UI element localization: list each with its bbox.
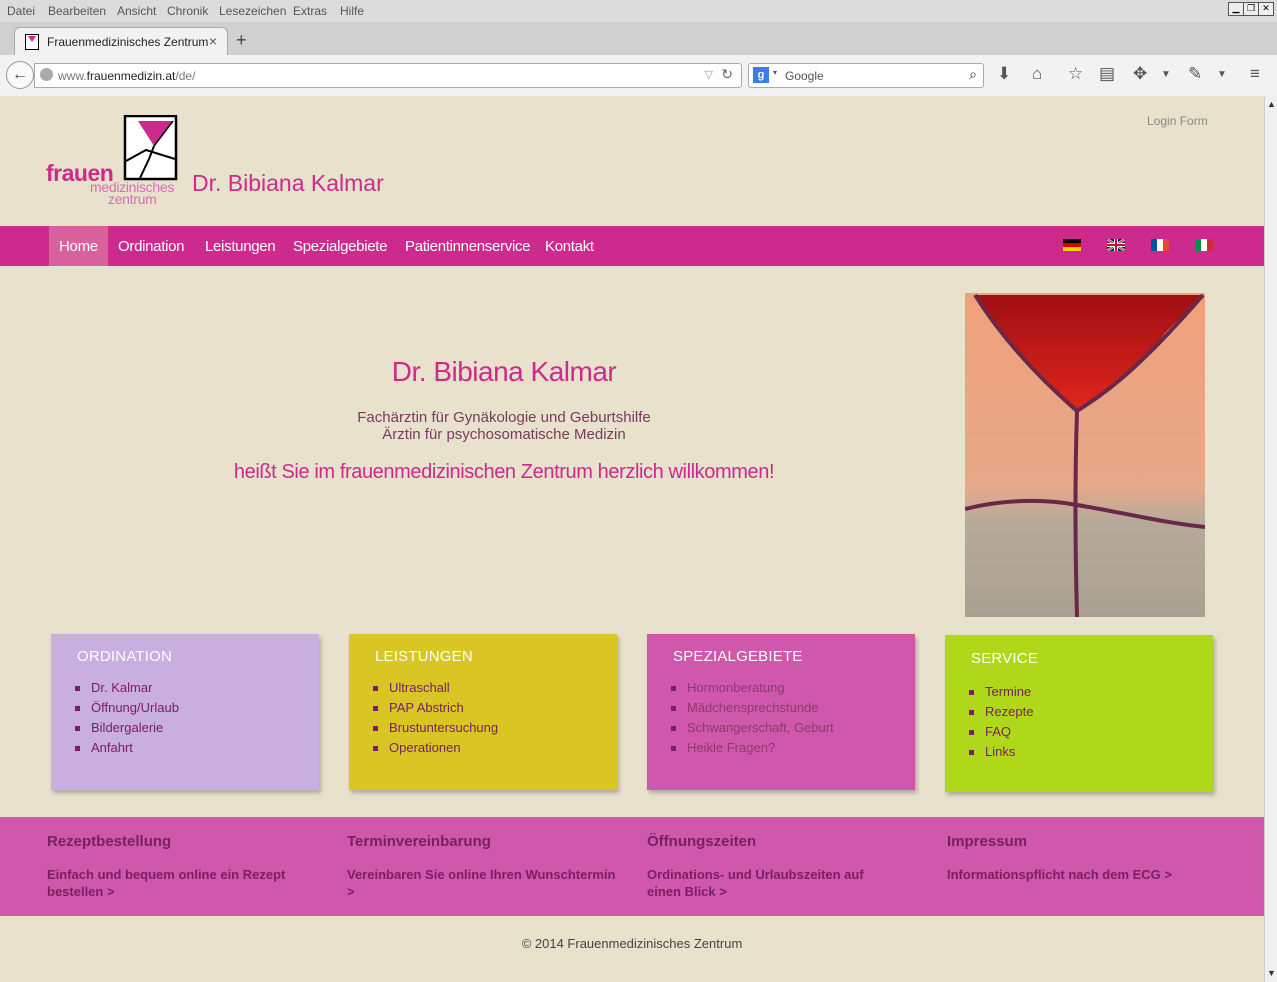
menu-hilfe[interactable]: Hilfe bbox=[340, 4, 364, 18]
nav-spezialgebiete[interactable]: Spezialgebiete bbox=[283, 226, 397, 266]
menu-lesezeichen[interactable]: Lesezeichen bbox=[219, 4, 286, 18]
painting-image bbox=[965, 293, 1205, 617]
list-item[interactable]: Rezepte bbox=[968, 702, 1033, 722]
minimize-icon[interactable]: ▁ bbox=[1228, 2, 1244, 16]
bookmark-star-icon[interactable]: ☆ bbox=[1068, 64, 1083, 84]
list-item[interactable]: Termine bbox=[968, 682, 1033, 702]
logo-text-zentrum: zentrum bbox=[108, 191, 157, 207]
footer-col-link[interactable]: Ordinations- und Urlaubszeiten auf einen… bbox=[647, 866, 887, 900]
reading-list-icon[interactable]: ▤ bbox=[1099, 64, 1115, 84]
hero-title: Dr. Bibiana Kalmar bbox=[391, 356, 617, 387]
tools-icon[interactable]: ✎ bbox=[1188, 64, 1202, 84]
list-item[interactable]: Hormonberatung bbox=[671, 678, 834, 698]
browser-menubar: Datei Bearbeiten Ansicht Chronik Lesezei… bbox=[0, 0, 1277, 22]
addon-dropdown-icon[interactable]: ▼ bbox=[1161, 69, 1171, 80]
footer-col-title[interactable]: Terminvereinbarung bbox=[347, 833, 617, 850]
login-form-link[interactable]: Login Form bbox=[1147, 114, 1208, 128]
tab-title: Frauenmedizinisches Zentrum bbox=[47, 35, 209, 49]
footer-col-link[interactable]: Vereinbaren Sie online Ihren Wunschtermi… bbox=[347, 866, 617, 900]
footer-col-impressum: Impressum Informationspflicht nach dem E… bbox=[947, 833, 1237, 883]
footer-col-title[interactable]: Rezeptbestellung bbox=[47, 833, 317, 850]
flag-fr-icon[interactable] bbox=[1151, 239, 1169, 251]
nav-patientinnenservice[interactable]: Patientinnenservice bbox=[395, 226, 540, 266]
url-bar[interactable]: www.frauenmedizin.at/de/ ▽ ↻ bbox=[34, 63, 742, 88]
box-leistungen: LEISTUNGEN Ultraschall PAP Abstrich Brus… bbox=[349, 634, 617, 790]
list-item[interactable]: FAQ bbox=[968, 722, 1033, 742]
nav-ordination[interactable]: Ordination bbox=[108, 226, 194, 266]
download-icon[interactable]: ⬇ bbox=[997, 64, 1011, 84]
menu-datei[interactable]: Datei bbox=[7, 4, 35, 18]
nav-kontakt[interactable]: Kontakt bbox=[535, 226, 604, 266]
list-item[interactable]: Schwangerschaft, Geburt bbox=[671, 718, 834, 738]
list-item[interactable]: Heikle Fragen? bbox=[671, 738, 834, 758]
box-service: SERVICE Termine Rezepte FAQ Links bbox=[945, 635, 1213, 792]
flag-it-icon[interactable] bbox=[1195, 239, 1213, 251]
hero-welcome: heißt Sie im frauenmedizinischen Zentrum… bbox=[233, 461, 775, 483]
restore-icon[interactable]: ❐ bbox=[1243, 2, 1259, 16]
list-item[interactable]: PAP Abstrich bbox=[372, 698, 498, 718]
flag-en-icon[interactable] bbox=[1107, 239, 1125, 251]
box-links: Ultraschall PAP Abstrich Brustuntersuchu… bbox=[371, 678, 498, 758]
scrollbar[interactable]: ▲ ▼ bbox=[1264, 96, 1277, 982]
list-item[interactable]: Mädchensprechstunde bbox=[671, 698, 834, 718]
reload-icon[interactable]: ↻ bbox=[721, 66, 733, 83]
menu-chronik[interactable]: Chronik bbox=[167, 4, 208, 18]
search-placeholder: Google bbox=[785, 69, 824, 83]
nav-home[interactable]: Home bbox=[49, 226, 108, 266]
menu-ansicht[interactable]: Ansicht bbox=[117, 4, 156, 18]
globe-icon bbox=[40, 68, 53, 81]
menu-bearbeiten[interactable]: Bearbeiten bbox=[48, 4, 106, 18]
close-tab-icon[interactable]: × bbox=[209, 33, 217, 49]
list-item[interactable]: Öffnung/Urlaub bbox=[75, 698, 179, 718]
footer-col-terminvereinbarung: Terminvereinbarung Vereinbaren Sie onlin… bbox=[347, 833, 617, 900]
url-dropdown-icon[interactable]: ▽ bbox=[705, 68, 713, 81]
list-item[interactable]: Operationen bbox=[372, 738, 498, 758]
footer-col-title[interactable]: Öffnungszeiten bbox=[647, 833, 887, 850]
scroll-up-icon[interactable]: ▲ bbox=[1267, 99, 1276, 109]
list-item[interactable]: Brustuntersuchung bbox=[372, 718, 498, 738]
list-item[interactable]: Anfahrt bbox=[75, 738, 179, 758]
list-item[interactable]: Links bbox=[968, 742, 1033, 762]
tools-dropdown-icon[interactable]: ▼ bbox=[1217, 69, 1227, 80]
box-links: Dr. Kalmar Öffnung/Urlaub Bildergalerie … bbox=[73, 678, 179, 758]
box-title[interactable]: LEISTUNGEN bbox=[375, 648, 473, 665]
google-icon[interactable]: g bbox=[753, 67, 769, 83]
box-spezialgebiete: SPEZIALGEBIETE Hormonberatung Mädchenspr… bbox=[647, 634, 915, 790]
engine-dropdown-icon[interactable]: ▾ bbox=[773, 68, 777, 77]
search-bar[interactable]: g ▾ Google ⌕ bbox=[748, 63, 984, 88]
footer-col-rezeptbestellung: Rezeptbestellung Einfach und bequem onli… bbox=[47, 833, 317, 900]
favicon-icon bbox=[25, 34, 39, 50]
list-item[interactable]: Dr. Kalmar bbox=[75, 678, 179, 698]
menu-extras[interactable]: Extras bbox=[293, 4, 327, 18]
home-icon[interactable]: ⌂ bbox=[1032, 64, 1042, 84]
scroll-down-icon[interactable]: ▼ bbox=[1267, 968, 1276, 978]
box-title[interactable]: SERVICE bbox=[971, 650, 1038, 667]
addon-icon[interactable]: ✥ bbox=[1133, 64, 1147, 84]
nav-leistungen[interactable]: Leistungen bbox=[195, 226, 285, 266]
hero-subtitle-2: Ärztin für psychosomatische Medizin bbox=[382, 426, 626, 443]
url-text: www.frauenmedizin.at/de/ bbox=[58, 69, 196, 83]
search-icon[interactable]: ⌕ bbox=[969, 66, 977, 83]
box-ordination: ORDINATION Dr. Kalmar Öffnung/Urlaub Bil… bbox=[51, 634, 319, 790]
site-name: Dr. Bibiana Kalmar bbox=[192, 170, 384, 196]
box-links: Termine Rezepte FAQ Links bbox=[967, 682, 1033, 762]
back-button[interactable]: ← bbox=[6, 61, 34, 89]
list-item[interactable]: Ultraschall bbox=[372, 678, 498, 698]
flag-de-icon[interactable] bbox=[1063, 239, 1081, 251]
back-arrow-icon: ← bbox=[12, 66, 28, 83]
hamburger-menu-icon[interactable]: ≡ bbox=[1250, 64, 1260, 84]
close-window-icon[interactable]: ✕ bbox=[1258, 2, 1274, 16]
copyright: © 2014 Frauenmedizinisches Zentrum bbox=[521, 936, 743, 951]
box-title[interactable]: SPEZIALGEBIETE bbox=[673, 648, 803, 665]
browser-tab[interactable]: Frauenmedizinisches Zentrum × bbox=[14, 27, 228, 56]
hero-subtitle-1: Fachärztin für Gynäkologie und Geburtshi… bbox=[357, 409, 651, 426]
box-links: Hormonberatung Mädchensprechstunde Schwa… bbox=[669, 678, 834, 758]
box-title[interactable]: ORDINATION bbox=[77, 648, 172, 665]
list-item[interactable]: Bildergalerie bbox=[75, 718, 179, 738]
footer-col-link[interactable]: Informationspflicht nach dem ECG > bbox=[947, 866, 1237, 883]
new-tab-icon[interactable]: + bbox=[236, 30, 247, 51]
footer-col-oeffnungszeiten: Öffnungszeiten Ordinations- und Urlaubsz… bbox=[647, 833, 887, 900]
footer-col-link[interactable]: Einfach und bequem online ein Rezept bes… bbox=[47, 866, 317, 900]
footer-col-title[interactable]: Impressum bbox=[947, 833, 1237, 850]
